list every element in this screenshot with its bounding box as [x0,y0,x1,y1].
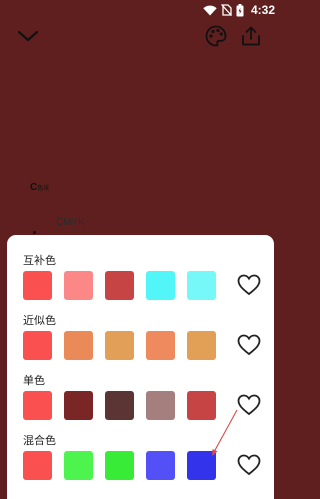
background-cmyk-label: CMYK [56,217,85,228]
palette-button[interactable] [202,22,230,50]
status-time: 4:32 [250,3,275,17]
favorite-button[interactable] [237,274,261,296]
color-swatch[interactable] [64,331,93,360]
heart-icon [237,334,261,356]
share-button[interactable] [237,22,265,50]
color-swatch[interactable] [64,391,93,420]
scheme-monochrome: 单色 [7,372,274,432]
color-swatch[interactable] [64,271,93,300]
color-swatch[interactable] [187,331,216,360]
scheme-complementary: 互补色 [7,252,274,312]
battery-icon [236,3,244,16]
color-swatch[interactable] [146,271,175,300]
color-swatch[interactable] [146,451,175,480]
color-swatch[interactable] [64,451,93,480]
top-toolbar [0,22,281,50]
color-swatch[interactable] [23,451,52,480]
no-sim-icon [220,4,232,16]
favorite-button[interactable] [237,454,261,476]
color-swatch[interactable] [187,451,216,480]
color-swatch[interactable] [105,451,134,480]
color-swatch[interactable] [105,271,134,300]
heart-icon [237,274,261,296]
background-logo-small: 色采 [37,185,50,192]
heart-icon [237,394,261,416]
heart-icon [237,454,261,476]
color-swatch[interactable] [187,391,216,420]
chevron-down-icon [17,30,39,42]
favorite-button[interactable] [237,394,261,416]
color-swatch[interactable] [146,331,175,360]
color-swatch[interactable] [187,271,216,300]
color-scheme-sheet: 互补色 近似色 单色 混合色 [7,235,274,499]
section-title: 近似色 [23,315,56,327]
favorite-button[interactable] [237,334,261,356]
color-swatch[interactable] [23,391,52,420]
background-logo-label: C色采 [30,182,49,193]
color-swatch[interactable] [23,271,52,300]
background-dot [33,231,36,234]
palette-icon [205,25,227,47]
wifi-icon [203,5,217,15]
color-swatch[interactable] [23,331,52,360]
section-title: 单色 [23,375,45,387]
color-swatch[interactable] [105,391,134,420]
status-icons: 4:32 [203,3,275,17]
section-title: 互补色 [23,255,56,267]
collapse-button[interactable] [14,22,42,50]
color-swatch[interactable] [146,391,175,420]
section-title: 混合色 [23,435,56,447]
share-icon [242,26,260,46]
color-swatch[interactable] [105,331,134,360]
scheme-mixed: 混合色 [7,432,274,492]
status-bar: 4:32 [0,0,281,20]
scheme-analogous: 近似色 [7,312,274,372]
